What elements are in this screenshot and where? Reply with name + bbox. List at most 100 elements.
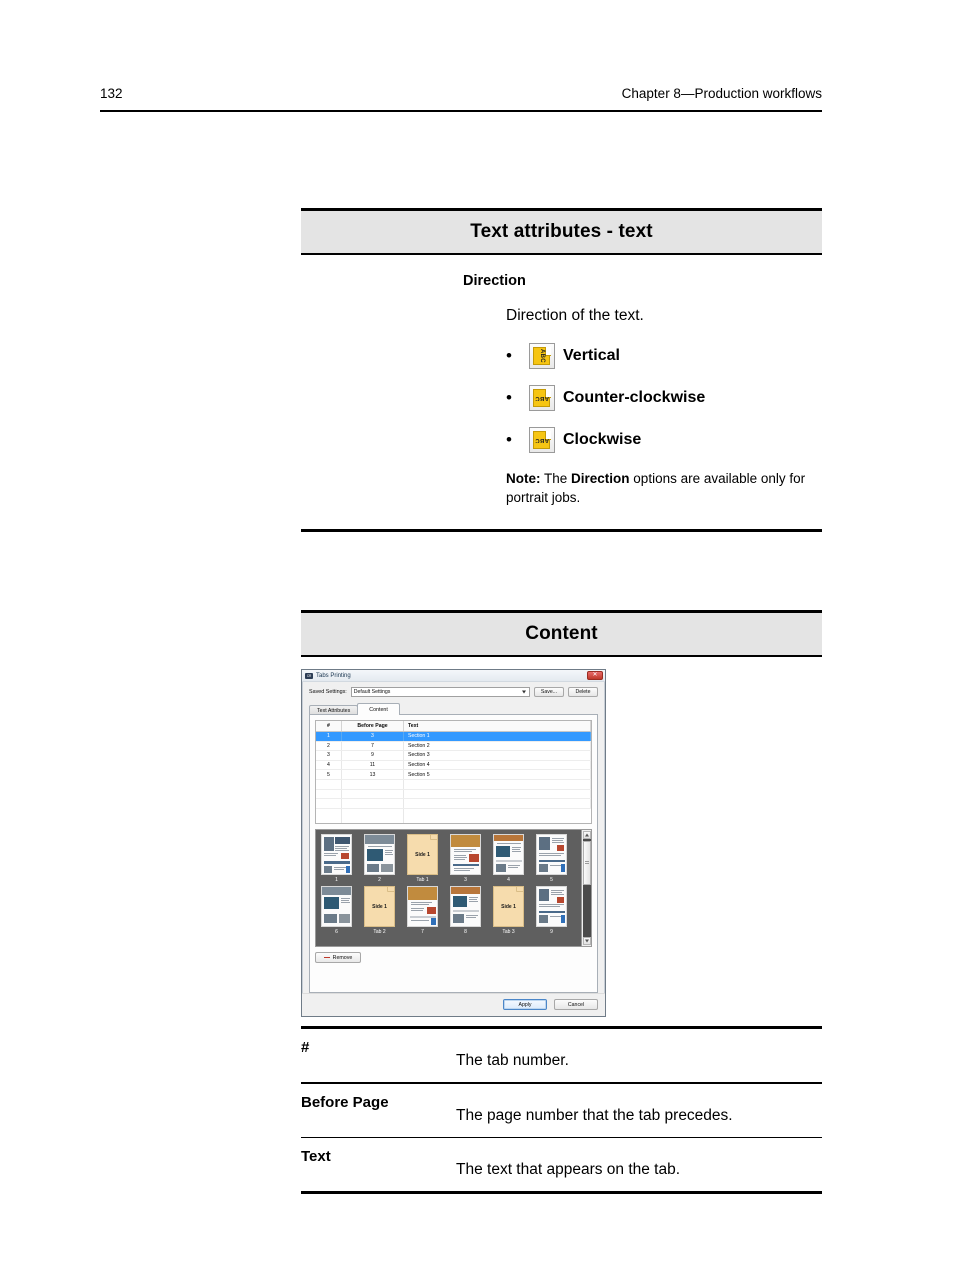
thumbnail-caption: 6 <box>335 929 338 935</box>
thumbnail-scrollbar[interactable] <box>581 830 591 946</box>
content-field-definitions: # The tab number. Before Page The page n… <box>301 1026 822 1195</box>
property-description: Direction of the text. <box>506 306 644 324</box>
definition-description: The text that appears on the tab. <box>456 1161 681 1179</box>
list-item[interactable]: 2 <box>363 834 396 883</box>
saved-settings-row: Saved Settings: Default Settings Save...… <box>309 687 598 697</box>
note-block: Note: The Direction options are availabl… <box>506 469 806 507</box>
tab-direction-clockwise-icon: ABC <box>529 426 555 453</box>
page-number: 132 <box>100 86 123 101</box>
list-item[interactable]: 7 <box>406 886 439 935</box>
list-item[interactable]: Side 1 Tab 3 <box>492 886 525 935</box>
definition-term: Before Page <box>301 1093 389 1111</box>
grid-header-row: # Before Page Text <box>316 721 591 732</box>
scroll-down-icon[interactable] <box>582 937 591 945</box>
cell-text: Section 3 <box>404 751 591 760</box>
list-item[interactable]: 3 <box>449 834 482 883</box>
definition-row: # The tab number. <box>301 1029 822 1082</box>
table-row[interactable]: 5 13 Section 5 <box>316 770 591 780</box>
thumbnail-caption: 4 <box>507 877 510 883</box>
section-title-underline <box>301 253 822 255</box>
list-item: • ABC Clockwise <box>506 426 822 453</box>
table-row[interactable]: 3 9 Section 3 <box>316 751 591 761</box>
table-row[interactable]: 4 11 Section 4 <box>316 760 591 771</box>
bullet-dot: • <box>506 346 512 366</box>
saved-settings-select[interactable]: Default Settings <box>350 687 530 697</box>
tab-nub-icon <box>387 886 395 892</box>
page-thumbnail <box>321 886 352 927</box>
tab-direction-vertical-icon: ABC <box>529 342 555 369</box>
tab-direction-counter-clockwise-icon: ABC <box>529 384 555 411</box>
tabs-printing-dialog: CR Tabs Printing ✕ Saved Settings: Defau… <box>301 669 606 1017</box>
tab-nub-icon <box>516 886 524 892</box>
cell-text: Section 1 <box>404 732 591 741</box>
tab-icon-glyph: ABC <box>539 348 545 363</box>
dialog-footer: Apply Cancel <box>302 993 605 1016</box>
tab-side-label: Side 1 <box>415 851 430 858</box>
cell-before-page: 3 <box>342 732 404 741</box>
cell-before-page: 13 <box>342 770 404 779</box>
table-row[interactable]: 1 3 Section 1 <box>316 732 591 742</box>
note-bold-term: Direction <box>571 470 630 486</box>
cell-number: 3 <box>316 751 342 760</box>
list-item[interactable]: 5 <box>535 834 568 883</box>
page-thumbnail <box>536 834 567 875</box>
table-row-empty[interactable] <box>316 799 591 809</box>
list-item[interactable]: 1 <box>320 834 353 883</box>
list-item[interactable]: 6 <box>320 886 353 935</box>
thumbnail-caption: 5 <box>550 877 553 883</box>
list-item[interactable]: 9 <box>535 886 568 935</box>
list-item[interactable]: 4 <box>492 834 525 883</box>
cell-text: Section 4 <box>404 760 591 770</box>
dialog-title: Tabs Printing <box>316 672 351 679</box>
section-bottom-rule <box>301 528 822 532</box>
apply-button[interactable]: Apply <box>503 999 547 1010</box>
cell-before-page: 11 <box>342 760 404 770</box>
tab-icon-glyph: ABC <box>535 394 549 401</box>
note-label: Note: <box>506 470 541 486</box>
grid-empty-area <box>316 808 591 823</box>
thumbnail-caption: 7 <box>421 929 424 935</box>
section-text-attributes: Text attributes - text Direction Directi… <box>301 208 822 532</box>
remove-row: Remove <box>315 952 592 963</box>
tab-content[interactable]: Content <box>357 703 400 715</box>
tab-side-label: Side 1 <box>372 903 387 910</box>
definition-term: Text <box>301 1148 331 1166</box>
tabs-grid[interactable]: # Before Page Text 1 3 Section 1 2 7 Sec… <box>315 720 592 824</box>
cell-before-page: 7 <box>342 741 404 751</box>
section-title-band: Text attributes - text <box>301 211 822 253</box>
remove-button[interactable]: Remove <box>315 952 361 963</box>
grid-col-text: Text <box>404 721 591 731</box>
tab-nub-icon <box>430 834 438 840</box>
grid-col-before-page: Before Page <box>342 721 404 731</box>
definition-description: The tab number. <box>456 1052 569 1069</box>
list-item[interactable]: Side 1 Tab 2 <box>363 886 396 935</box>
table-row-empty[interactable] <box>316 789 591 800</box>
thumbnail-row: 6 Side 1 Tab 2 7 8 Side 1 Tab 3 9 <box>320 886 579 935</box>
option-label-clockwise: Clockwise <box>563 430 642 448</box>
list-item-selected[interactable]: Side 1 Tab 1 <box>406 834 439 883</box>
delete-settings-button[interactable]: Delete <box>568 687 598 697</box>
table-row[interactable]: 2 7 Section 2 <box>316 741 591 752</box>
table-row-empty[interactable] <box>316 779 591 790</box>
scrollbar-thumb[interactable] <box>582 841 591 885</box>
scroll-up-icon[interactable] <box>582 831 591 839</box>
list-item[interactable]: 8 <box>449 886 482 935</box>
scrollbar-track[interactable] <box>582 839 591 937</box>
cell-number: 2 <box>316 741 342 751</box>
close-icon[interactable]: ✕ <box>587 671 603 680</box>
thumbnail-preview-pane: 1 2 Side 1 Tab 1 3 4 5 6 Side 1 Tab 2 7 … <box>315 829 592 947</box>
thumbnail-row: 1 2 Side 1 Tab 1 3 4 5 <box>320 834 579 883</box>
cell-text: Section 5 <box>404 770 591 779</box>
content-tab-panel: # Before Page Text 1 3 Section 1 2 7 Sec… <box>309 714 598 993</box>
cancel-button[interactable]: Cancel <box>554 999 598 1010</box>
section-body: Direction Direction of the text. • ABC V… <box>301 273 822 529</box>
app-logo-icon: CR <box>305 672 313 679</box>
tab-sheet-thumbnail: Side 1 <box>364 886 395 927</box>
page-thumbnail <box>364 834 395 875</box>
chevron-down-icon <box>522 690 526 694</box>
definition-description: The page number that the tab precedes. <box>456 1106 733 1124</box>
save-settings-button[interactable]: Save... <box>534 687 564 697</box>
cell-text: Section 2 <box>404 741 591 751</box>
bullet-dot: • <box>506 388 512 408</box>
tab-icon-glyph: ABC <box>535 436 549 443</box>
